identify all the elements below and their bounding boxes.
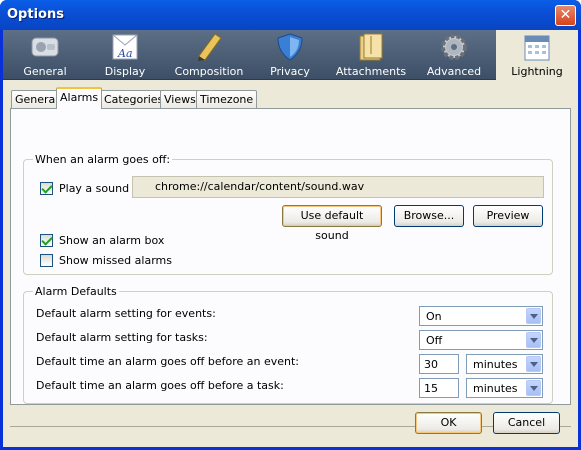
pane-lightning[interactable]: Lightning bbox=[496, 30, 578, 80]
pane-label: Advanced bbox=[426, 65, 482, 78]
tab-label: Alarms bbox=[60, 91, 99, 104]
tab-general[interactable]: General bbox=[11, 90, 63, 108]
pane-display[interactable]: Aa Display bbox=[87, 30, 163, 80]
select-value: minutes bbox=[473, 358, 518, 371]
title-bar[interactable]: Options ✕ bbox=[0, 0, 581, 30]
tab-label: Categories bbox=[104, 93, 164, 106]
checkbox-label: Show an alarm box bbox=[59, 234, 165, 247]
chevron-down-icon[interactable] bbox=[526, 380, 541, 396]
preview-button[interactable]: Preview bbox=[473, 205, 543, 227]
pane-toolbar: General Aa Display Composition Privacy A… bbox=[3, 30, 578, 80]
events-default-select[interactable]: On bbox=[419, 306, 543, 326]
show-missed-alarms-checkbox[interactable]: Show missed alarms bbox=[40, 254, 172, 268]
tab-timezone[interactable]: Timezone bbox=[196, 90, 258, 108]
pane-privacy[interactable]: Privacy bbox=[252, 30, 328, 80]
tab-label: Views bbox=[164, 93, 196, 106]
chevron-down-icon[interactable] bbox=[526, 356, 541, 372]
tasks-default-select[interactable]: Off bbox=[419, 330, 543, 350]
tab-alarms[interactable]: Alarms bbox=[56, 87, 103, 109]
tab-label: Timezone bbox=[200, 93, 254, 106]
alarms-panel: When an alarm goes off: Play a sound chr… bbox=[10, 108, 571, 405]
pane-label: General bbox=[23, 65, 67, 78]
button-label: Cancel bbox=[507, 416, 546, 429]
pane-advanced[interactable]: Advanced bbox=[416, 30, 492, 80]
options-window: Options ✕ General Aa Display Composition… bbox=[0, 0, 581, 450]
switch-icon bbox=[31, 37, 59, 57]
window-title: Options bbox=[7, 7, 64, 22]
tab-views[interactable]: Views bbox=[160, 90, 200, 108]
pencil-icon bbox=[198, 33, 222, 61]
checkbox-box[interactable] bbox=[40, 234, 53, 247]
select-value: Off bbox=[426, 334, 443, 347]
shield-icon bbox=[277, 33, 303, 61]
event-time-label: Default time an alarm goes off before an… bbox=[36, 355, 299, 368]
browse-button[interactable]: Browse... bbox=[394, 205, 464, 227]
pane-label: Display bbox=[104, 65, 146, 78]
cancel-button[interactable]: Cancel bbox=[493, 412, 560, 434]
input-value: 30 bbox=[424, 358, 438, 371]
button-label: Preview bbox=[486, 209, 530, 222]
pane-label: Lightning bbox=[511, 65, 563, 78]
close-icon: ✕ bbox=[559, 7, 572, 23]
event-time-unit-select[interactable]: minutes bbox=[466, 354, 543, 374]
task-time-unit-select[interactable]: minutes bbox=[466, 378, 543, 398]
calendar-icon bbox=[524, 35, 550, 61]
pane-attachments[interactable]: Attachments bbox=[333, 30, 409, 80]
sound-path-text: chrome://calendar/content/sound.wav bbox=[155, 180, 365, 193]
checkbox-label: Play a sound bbox=[59, 182, 130, 195]
tab-label: General bbox=[15, 93, 59, 106]
group-title: When an alarm goes off: bbox=[33, 153, 173, 166]
event-time-input[interactable]: 30 bbox=[419, 354, 459, 374]
folder-icon bbox=[359, 33, 383, 61]
pane-label: Attachments bbox=[335, 65, 407, 78]
group-title: Alarm Defaults bbox=[33, 285, 119, 298]
pane-label: Composition bbox=[174, 65, 244, 78]
tasks-default-label: Default alarm setting for tasks: bbox=[36, 331, 208, 344]
sound-path-field: chrome://calendar/content/sound.wav bbox=[132, 176, 544, 198]
chevron-down-icon[interactable] bbox=[526, 308, 541, 324]
checkbox-label: Show missed alarms bbox=[59, 254, 172, 267]
button-label: Browse... bbox=[403, 209, 455, 222]
svg-text:Aa: Aa bbox=[117, 47, 133, 60]
pane-composition[interactable]: Composition bbox=[171, 30, 247, 80]
show-alarm-box-checkbox[interactable]: Show an alarm box bbox=[40, 234, 164, 248]
checkbox-box[interactable] bbox=[40, 254, 53, 267]
button-label: OK bbox=[440, 416, 457, 429]
dialog-client: General Aa Display Composition Privacy A… bbox=[3, 30, 578, 447]
chevron-down-icon[interactable] bbox=[526, 332, 541, 348]
use-default-sound-button[interactable]: Use default sound bbox=[282, 205, 382, 242]
events-default-label: Default alarm setting for events: bbox=[36, 307, 216, 320]
tab-categories[interactable]: Categories bbox=[100, 90, 168, 108]
display-icon: Aa bbox=[112, 34, 138, 60]
select-value: On bbox=[426, 310, 442, 323]
ok-button[interactable]: OK bbox=[415, 412, 482, 434]
play-sound-checkbox[interactable]: Play a sound bbox=[40, 182, 130, 196]
footer-divider bbox=[10, 426, 571, 427]
gear-icon bbox=[441, 34, 467, 60]
select-value: minutes bbox=[473, 382, 518, 395]
task-time-input[interactable]: 15 bbox=[419, 378, 459, 398]
checkbox-box[interactable] bbox=[40, 182, 53, 195]
input-value: 15 bbox=[424, 382, 438, 395]
pane-general[interactable]: General bbox=[7, 30, 83, 80]
task-time-label: Default time an alarm goes off before a … bbox=[36, 379, 284, 392]
pane-label: Privacy bbox=[270, 65, 310, 78]
close-button[interactable]: ✕ bbox=[555, 5, 576, 26]
